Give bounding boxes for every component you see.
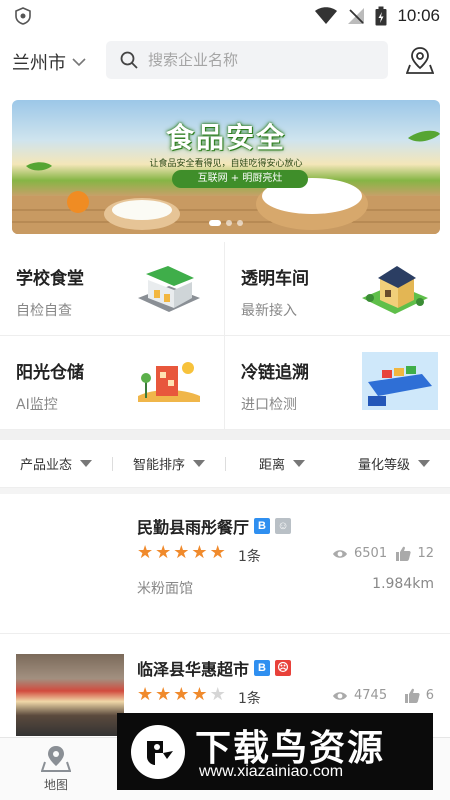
star-icon: ★ bbox=[191, 684, 208, 705]
filter-label: 量化等级 bbox=[357, 458, 410, 473]
category-subtitle: 最新接入 bbox=[241, 303, 297, 319]
smile-face-badge: ☺ bbox=[275, 518, 292, 534]
star-icon: ★ bbox=[191, 542, 208, 563]
view-count: 4745 bbox=[332, 688, 387, 703]
category-cold-chain[interactable]: 冷链追溯 进口检测 bbox=[225, 336, 450, 430]
eye-icon bbox=[333, 549, 347, 558]
bird-logo-icon bbox=[131, 725, 185, 779]
school-canteen-icon bbox=[138, 266, 200, 312]
star-icon: ★ bbox=[173, 684, 190, 705]
thumbs-up-icon bbox=[396, 546, 412, 561]
star-icon: ★ bbox=[173, 542, 190, 563]
category-transparent-workshop[interactable]: 透明车间 最新接入 bbox=[225, 242, 450, 336]
search-icon bbox=[120, 51, 138, 69]
section-divider bbox=[0, 430, 450, 440]
search-header: 兰州市 bbox=[0, 34, 450, 90]
chevron-down-icon bbox=[72, 58, 86, 67]
shield-icon bbox=[15, 7, 31, 25]
filter-distance[interactable]: 距离 bbox=[226, 454, 338, 473]
store-name-row: 民勤县雨彤餐厅 B ☺ bbox=[137, 514, 292, 538]
store-name: 民勤县雨彤餐厅 bbox=[137, 518, 250, 537]
filter-label: 智能排序 bbox=[132, 458, 185, 473]
status-time: 10:06 bbox=[397, 6, 440, 25]
city-label: 兰州市 bbox=[12, 53, 66, 74]
sad-face-badge: ☹ bbox=[275, 660, 292, 676]
filter-business-type[interactable]: 产品业态 bbox=[0, 454, 112, 473]
like-count-value: 12 bbox=[417, 546, 434, 561]
filter-rating-level[interactable]: 量化等级 bbox=[338, 454, 450, 473]
star-icon: ★ bbox=[137, 684, 154, 705]
map-icon bbox=[41, 746, 71, 772]
category-sunshine-storage[interactable]: 阳光仓储 AI监控 bbox=[0, 336, 225, 430]
filter-label: 产品业态 bbox=[19, 458, 72, 473]
store-thumbnail bbox=[16, 512, 124, 594]
tab-map[interactable]: 地图 bbox=[24, 744, 88, 793]
star-rating: ★ ★ ★ ★ ★ bbox=[137, 686, 226, 704]
view-count-value: 6501 bbox=[354, 546, 388, 561]
battery-icon bbox=[375, 6, 387, 26]
like-count[interactable]: 12 bbox=[396, 546, 434, 561]
search-box[interactable] bbox=[106, 41, 388, 79]
store-name: 临泽县华惠超市 bbox=[137, 660, 250, 679]
carousel-dot[interactable] bbox=[209, 220, 221, 226]
store-distance: 1.984km bbox=[372, 576, 434, 592]
category-title: 阳光仓储 bbox=[16, 363, 84, 383]
like-count[interactable]: 6 bbox=[404, 688, 434, 703]
sunshine-storage-icon bbox=[138, 362, 200, 402]
store-category: 米粉面馆 bbox=[137, 581, 193, 597]
star-icon: ★ bbox=[155, 542, 172, 563]
cold-chain-icon bbox=[362, 352, 438, 410]
list-item[interactable]: 民勤县雨彤餐厅 B ☺ ★ ★ ★ ★ ★ 1条 6501 12 米粉面馆 1.… bbox=[0, 494, 450, 634]
promo-banner[interactable]: 食品安全 让食品安全看得见，自娃吃得安心放心 互联网 + 明厨亮灶 bbox=[12, 100, 440, 234]
carousel-dot[interactable] bbox=[226, 220, 232, 226]
caret-down-icon bbox=[293, 460, 305, 467]
category-school-canteen[interactable]: 学校食堂 自检自查 bbox=[0, 242, 225, 336]
rating-badge-b: B bbox=[254, 660, 271, 676]
status-bar: 10:06 bbox=[0, 0, 450, 32]
caret-down-icon bbox=[418, 460, 430, 467]
star-empty-icon: ★ bbox=[209, 684, 226, 705]
record-count: 1条 bbox=[238, 691, 261, 707]
carousel-dots bbox=[12, 220, 440, 226]
like-count-value: 6 bbox=[425, 688, 434, 703]
banner-pill: 互联网 + 明厨亮灶 bbox=[172, 170, 308, 188]
view-count-value: 4745 bbox=[354, 688, 388, 703]
filter-label: 距离 bbox=[258, 458, 285, 473]
category-title: 学校食堂 bbox=[16, 269, 84, 289]
category-grid: 学校食堂 自检自查 透明车间 最新接入 阳光仓储 AI监控 冷链追溯 进口检测 bbox=[0, 242, 450, 430]
banner-title: 食品安全 bbox=[165, 121, 286, 154]
city-selector[interactable]: 兰州市 bbox=[12, 49, 86, 75]
store-name-row: 临泽县华惠超市 B ☹ bbox=[137, 656, 292, 680]
eye-icon bbox=[333, 691, 347, 700]
search-input[interactable] bbox=[148, 51, 368, 69]
carousel-dot[interactable] bbox=[237, 220, 243, 226]
transparent-workshop-icon bbox=[362, 266, 428, 314]
watermark-banner: 下载鸟资源 www.xiazainiao.com bbox=[117, 713, 433, 790]
star-icon: ★ bbox=[209, 542, 226, 563]
category-subtitle: 自检自查 bbox=[16, 303, 72, 319]
map-location-icon[interactable] bbox=[406, 45, 434, 75]
thumbs-up-icon bbox=[404, 688, 420, 703]
category-subtitle: 进口检测 bbox=[241, 397, 297, 413]
filter-bar: 产品业态 智能排序 距离 量化等级 bbox=[0, 440, 450, 488]
no-signal-icon bbox=[348, 8, 365, 24]
tab-label: 地图 bbox=[43, 778, 68, 792]
star-icon: ★ bbox=[137, 542, 154, 563]
filter-sort[interactable]: 智能排序 bbox=[113, 454, 225, 473]
category-title: 透明车间 bbox=[241, 269, 309, 289]
category-title: 冷链追溯 bbox=[241, 363, 309, 383]
record-count: 1条 bbox=[238, 549, 261, 565]
banner-subtitle: 让食品安全看得见，自娃吃得安心放心 bbox=[149, 159, 303, 169]
rating-badge-b: B bbox=[254, 518, 271, 534]
caret-down-icon bbox=[193, 460, 205, 467]
star-icon: ★ bbox=[155, 684, 172, 705]
watermark-url: www.xiazainiao.com bbox=[199, 763, 344, 780]
store-photo bbox=[16, 654, 124, 736]
category-subtitle: AI监控 bbox=[16, 397, 58, 413]
wifi-icon bbox=[315, 7, 338, 24]
star-rating: ★ ★ ★ ★ ★ bbox=[137, 544, 226, 562]
caret-down-icon bbox=[80, 460, 92, 467]
view-count: 6501 bbox=[332, 546, 387, 561]
